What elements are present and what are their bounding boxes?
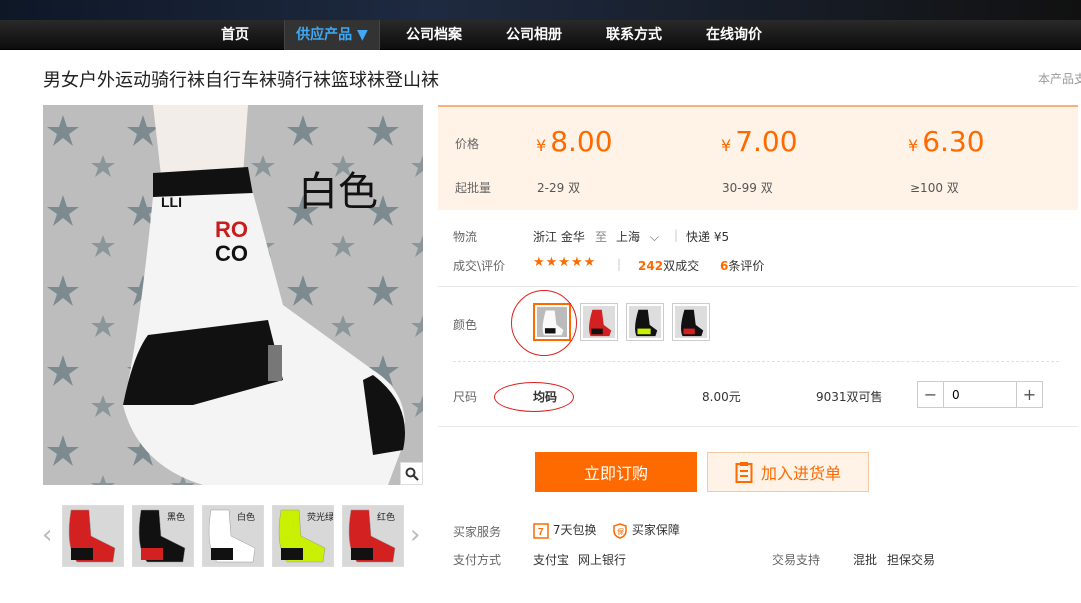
sock-white-thumb — [537, 307, 567, 337]
size-label: 尺码 — [453, 390, 478, 404]
color-label: 颜色 — [453, 318, 478, 332]
moq-label: 起批量 — [455, 181, 492, 195]
increment-button[interactable]: + — [1016, 382, 1042, 407]
swatch-green[interactable] — [626, 303, 664, 341]
deals-link[interactable]: 242双成交 — [638, 257, 699, 274]
size-price: 8.00元 — [702, 390, 741, 404]
clipboard-icon — [735, 462, 753, 483]
moq-tier-2: 30-99 双 — [722, 181, 773, 195]
gallery-thumbnail[interactable]: 白色 — [202, 505, 264, 567]
rating-stars: ★★★★★ — [533, 255, 597, 270]
chevron-down-icon: ⌵ — [649, 230, 659, 244]
ship-destination-select[interactable]: 上海 ⌵ — [616, 228, 659, 245]
sock-thumbnail-image: 白色 — [203, 506, 263, 566]
thumbnail-tag: 红色 — [377, 511, 395, 523]
sock-black-thumb — [675, 306, 707, 338]
payment-bank: 网上银行 — [578, 553, 627, 567]
divider — [453, 361, 1059, 362]
thumbnail-tag: 荧光绿 — [307, 511, 333, 523]
trade-guarantee: 担保交易 — [887, 553, 936, 567]
product-note: 本产品支 — [1038, 72, 1081, 86]
price-label: 价格 — [455, 137, 480, 151]
trade-support-label: 交易支持 — [772, 553, 821, 567]
svg-text:RO: RO — [215, 217, 248, 242]
svg-text:LLI: LLI — [161, 194, 182, 210]
product-title: 男女户外运动骑行袜自行车袜骑行袜篮球袜登山袜 — [43, 70, 439, 91]
nav-home[interactable]: 首页 — [205, 20, 265, 50]
reviews-divider: | — [617, 257, 622, 271]
sock-thumbnail-image: 荧光绿 — [273, 506, 333, 566]
ship-to-word: 至 — [595, 230, 608, 244]
seven-day-icon: 7 — [533, 522, 549, 539]
decrement-button[interactable]: − — [918, 382, 944, 407]
size-option[interactable]: 均码 — [533, 388, 557, 405]
payment-alipay: 支付宝 — [533, 553, 570, 567]
magnifier-icon — [405, 467, 419, 481]
main-nav: 首页 供应产品 ▼ 公司档案 公司相册 联系方式 在线询价 — [0, 20, 1081, 50]
logistics-label: 物流 — [453, 230, 478, 244]
gallery-prev-arrow[interactable]: ‹ — [42, 520, 52, 550]
reviews-label: 成交\评价 — [453, 259, 506, 273]
zoom-button[interactable] — [400, 462, 423, 485]
svg-text:CO: CO — [215, 241, 248, 266]
trade-mixed: 混批 — [853, 553, 878, 567]
nav-company-profile[interactable]: 公司档案 — [395, 20, 473, 50]
reviews-link[interactable]: 6条评价 — [720, 257, 764, 274]
buyer-protection: 保 买家保障 — [612, 521, 680, 539]
order-now-button[interactable]: 立即订购 — [535, 452, 697, 492]
thumbnail-tag: 黑色 — [167, 511, 185, 523]
price-tier-2: ¥7.00 — [721, 125, 798, 158]
gallery-thumbnail[interactable]: 黑色 — [132, 505, 194, 567]
moq-tier-3: ≥100 双 — [910, 181, 959, 195]
nav-products[interactable]: 供应产品 ▼ — [284, 20, 380, 50]
nav-company-album[interactable]: 公司相册 — [495, 20, 573, 50]
swatch-black[interactable] — [672, 303, 710, 341]
buyer-service-label: 买家服务 — [453, 525, 502, 539]
quantity-stepper: − + — [917, 381, 1043, 408]
header-banner — [0, 0, 1081, 20]
add-to-cart-button[interactable]: 加入进货单 — [707, 452, 869, 492]
moq-tier-1: 2-29 双 — [537, 181, 581, 195]
nav-contact[interactable]: 联系方式 — [595, 20, 673, 50]
shipping-fee: 快递 ¥5 — [686, 230, 730, 244]
gallery-thumbnail[interactable] — [62, 505, 124, 567]
sock-thumbnail-image — [63, 506, 123, 566]
svg-text:白色: 白色 — [298, 169, 378, 215]
sock-green-thumb — [629, 306, 661, 338]
price-tier-3: ¥6.30 — [908, 125, 985, 158]
sock-red-thumb — [583, 306, 615, 338]
payment-label: 支付方式 — [453, 553, 502, 567]
sock-thumbnail-image: 红色 — [343, 506, 403, 566]
quantity-input[interactable] — [944, 382, 1016, 407]
shield-icon: 保 — [613, 522, 627, 539]
thumbnail-tag: 白色 — [237, 511, 255, 523]
nav-inquiry[interactable]: 在线询价 — [695, 20, 773, 50]
svg-text:7: 7 — [538, 527, 544, 538]
price-tier-1: ¥8.00 — [536, 125, 613, 158]
add-to-cart-label: 加入进货单 — [760, 464, 841, 483]
svg-text:保: 保 — [617, 527, 624, 536]
swatch-red[interactable] — [580, 303, 618, 341]
divider — [438, 286, 1078, 287]
divider — [438, 426, 1078, 427]
logistics-divider: | — [674, 228, 679, 242]
sock-thumbnail-image: 黑色 — [133, 506, 193, 566]
price-panel: 价格 起批量 ¥8.00 ¥7.00 ¥6.30 2-29 双 30-99 双 … — [438, 105, 1078, 210]
main-product-image[interactable]: RO CO LLI 白色 — [43, 105, 423, 485]
gallery-thumbnail[interactable]: 红色 — [342, 505, 404, 567]
gallery-next-arrow[interactable]: › — [410, 520, 420, 550]
size-stock: 9031双可售 — [816, 390, 883, 404]
return-service: 7 7天包换 — [533, 521, 596, 539]
ship-from: 浙江 金华 — [533, 230, 585, 244]
gallery-thumbnail[interactable]: 荧光绿 — [272, 505, 334, 567]
swatch-white[interactable] — [533, 303, 571, 341]
sock-photo: RO CO LLI 白色 — [43, 105, 423, 485]
